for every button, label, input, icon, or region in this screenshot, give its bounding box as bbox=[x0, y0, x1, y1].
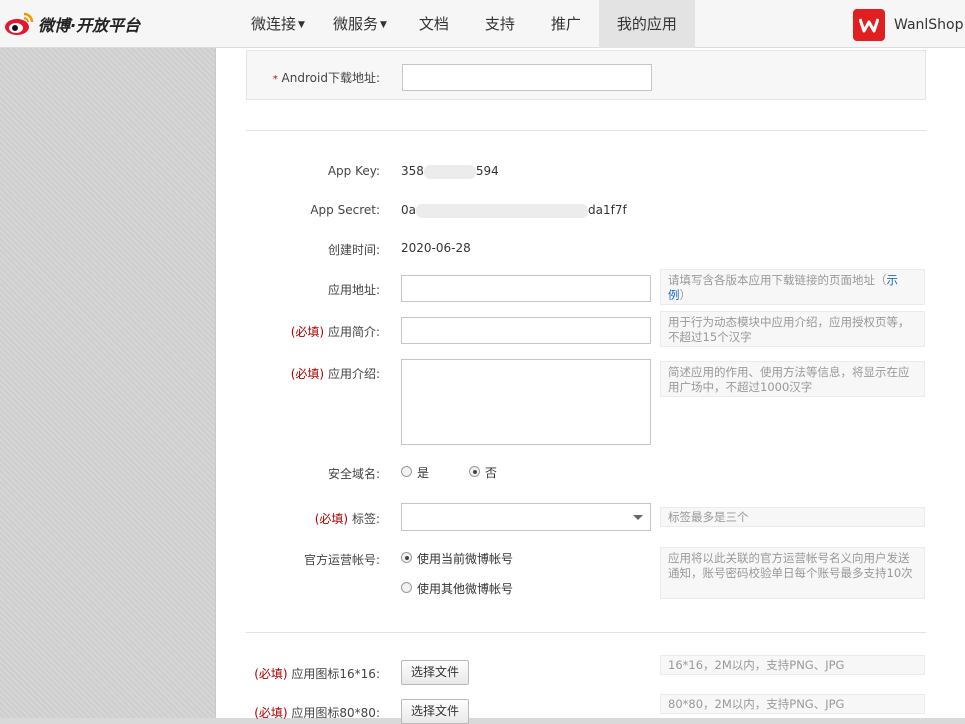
nav-promote[interactable]: 推广 bbox=[533, 0, 599, 48]
icon16-label: (必填) 应用图标16*16: bbox=[230, 665, 380, 682]
app-intro-hint: 简述应用的作用、使用方法等信息，将显示在应用广场中，不超过1000汉字 bbox=[660, 361, 925, 397]
app-key-suffix: 594 bbox=[475, 164, 499, 178]
tags-label: (必填) 标签: bbox=[250, 510, 380, 527]
tags-hint: 标签最多是三个 bbox=[660, 507, 925, 527]
nav-weifuwu[interactable]: 微服务 ▼ bbox=[319, 0, 401, 48]
hint-text-end: ） bbox=[679, 288, 692, 302]
radio-secure-yes-label[interactable]: 是 bbox=[417, 464, 429, 481]
required-star: * bbox=[272, 74, 278, 85]
label-text: 应用简介: bbox=[327, 325, 380, 339]
app-secret-suffix: da1f7f bbox=[588, 203, 627, 217]
official-account-label: 官方运营帐号: bbox=[303, 553, 380, 567]
redaction-mask bbox=[423, 164, 476, 179]
radio-other-account[interactable] bbox=[401, 582, 412, 593]
nav-label: 推广 bbox=[550, 15, 581, 33]
username[interactable]: WanlShop bbox=[894, 17, 964, 33]
official-account-hint: 应用将以此关联的官方运营帐号名义向用户发送通知，账号密码校验单日每个账号最多支持… bbox=[660, 547, 925, 599]
required-tag: (必填) bbox=[254, 667, 288, 681]
app-intro-textarea[interactable] bbox=[401, 359, 651, 445]
radio-other-account-label[interactable]: 使用其他微博帐号 bbox=[417, 580, 513, 597]
label-text: 标签: bbox=[351, 512, 380, 526]
secure-domain-label: 安全域名: bbox=[327, 467, 380, 481]
app-secret-label: App Secret: bbox=[310, 203, 380, 217]
weibo-eye-icon bbox=[5, 12, 34, 35]
nav-docs[interactable]: 文档 bbox=[401, 0, 467, 48]
app-secret-value: 0a da1f7f bbox=[401, 203, 627, 218]
app-brief-hint: 用于行为动态模块中应用介绍，应用授权页等，不超过15个汉字 bbox=[660, 311, 925, 347]
avatar[interactable] bbox=[853, 9, 885, 41]
weibo-logo[interactable]: 微博·开放平台 bbox=[4, 11, 140, 37]
required-tag: (必填) bbox=[290, 325, 325, 339]
tags-select[interactable] bbox=[401, 503, 651, 531]
nav-label: 微连接 bbox=[251, 15, 297, 33]
required-tag: (必填) bbox=[314, 512, 349, 526]
nav-label: 支持 bbox=[484, 15, 515, 33]
app-url-label: 应用地址: bbox=[327, 283, 380, 297]
choose-file-button-16[interactable]: 选择文件 bbox=[401, 660, 469, 685]
section-divider bbox=[246, 130, 926, 131]
app-url-input[interactable] bbox=[401, 275, 651, 302]
radio-secure-no[interactable] bbox=[469, 466, 480, 477]
icon80-label: (必填) 应用图标80*80: bbox=[230, 704, 380, 721]
created-label: 创建时间: bbox=[327, 243, 380, 257]
app-key-prefix: 358 bbox=[401, 164, 424, 178]
label-text: 应用介绍: bbox=[327, 367, 380, 381]
app-brief-label: (必填) 应用简介: bbox=[250, 323, 380, 340]
required-tag: (必填) bbox=[290, 367, 325, 381]
label-text: Android下载地址: bbox=[281, 71, 380, 85]
section-divider bbox=[246, 632, 926, 633]
nav-weilianjie[interactable]: 微连接 ▼ bbox=[237, 0, 319, 48]
chevron-down-icon: ▼ bbox=[379, 19, 387, 30]
choose-file-button-80[interactable]: 选择文件 bbox=[401, 699, 469, 724]
radio-secure-no-label[interactable]: 否 bbox=[485, 464, 497, 481]
chevron-down-icon[interactable] bbox=[633, 515, 643, 520]
app-key-label: App Key: bbox=[327, 164, 380, 178]
radio-current-account[interactable] bbox=[401, 552, 412, 563]
main-nav: 微连接 ▼ 微服务 ▼ 文档 支持 推广 我的应用 bbox=[237, 0, 695, 48]
icon80-hint: 80*80，2M以内，支持PNG、JPG bbox=[660, 694, 925, 714]
android-download-input[interactable] bbox=[402, 64, 652, 91]
wanlshop-logo-icon bbox=[859, 18, 879, 33]
nav-label: 文档 bbox=[418, 15, 449, 33]
left-background bbox=[0, 48, 216, 718]
radio-secure-yes[interactable] bbox=[401, 466, 412, 477]
radio-current-account-label[interactable]: 使用当前微博帐号 bbox=[417, 550, 513, 567]
nav-label: 我的应用 bbox=[616, 15, 677, 33]
hint-text: 请填写含各版本应用下载链接的页面地址（ bbox=[668, 273, 887, 287]
redaction-mask bbox=[416, 203, 588, 218]
chevron-down-icon: ▼ bbox=[298, 19, 305, 30]
top-header: 微博·开放平台 微连接 ▼ 微服务 ▼ 文档 支持 推广 我的应用 WanlShop bbox=[0, 0, 965, 48]
app-brief-input[interactable] bbox=[401, 317, 651, 344]
user-menu[interactable]: WanlShop bbox=[853, 9, 964, 41]
app-key-value: 358 594 bbox=[401, 164, 499, 179]
created-value: 2020-06-28 bbox=[401, 241, 471, 255]
logo-text: 微博·开放平台 bbox=[38, 16, 141, 35]
android-download-label: * Android下载地址: bbox=[250, 69, 380, 86]
nav-label: 微服务 bbox=[332, 15, 378, 33]
icon16-hint: 16*16，2M以内，支持PNG、JPG bbox=[660, 655, 925, 675]
app-url-hint: 请填写含各版本应用下载链接的页面地址（示例） bbox=[660, 269, 925, 305]
nav-support[interactable]: 支持 bbox=[467, 0, 533, 48]
label-text: 应用图标16*16: bbox=[291, 667, 380, 681]
app-intro-label: (必填) 应用介绍: bbox=[250, 365, 380, 382]
app-secret-prefix: 0a bbox=[401, 203, 416, 217]
nav-my-apps[interactable]: 我的应用 bbox=[598, 0, 695, 48]
